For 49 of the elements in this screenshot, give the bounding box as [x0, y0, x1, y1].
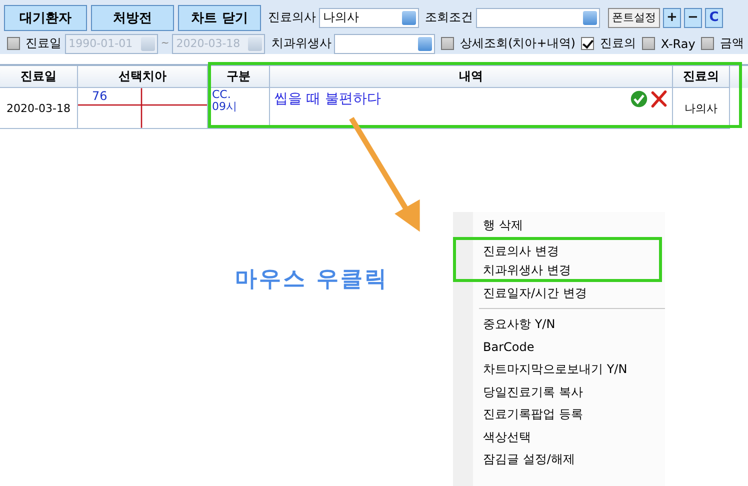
checkbox[interactable] — [701, 37, 714, 50]
menu-item[interactable]: 진료일자/시간 변경 — [453, 282, 665, 304]
menu-item[interactable]: 중요사항 Y/N — [453, 313, 665, 336]
font-size-button[interactable]: − — [684, 8, 702, 28]
hygienist-dropdown[interactable] — [334, 34, 436, 54]
checkbox-label: 금액 — [720, 35, 744, 52]
checkbox[interactable] — [581, 37, 594, 50]
menu-item[interactable]: 치과위생사 변경 — [453, 259, 662, 282]
column-header[interactable]: 구분 — [208, 66, 270, 88]
query-label: 조회조건 — [425, 9, 473, 26]
toolbar-button[interactable]: 처방전 — [91, 4, 174, 30]
menu-item[interactable]: 잠김글 설정/해제 — [453, 448, 665, 470]
doctor-cell: 나의사 — [673, 88, 730, 128]
date-label: 진료일 — [26, 35, 62, 52]
annotation-text: 마우스 우클릭 — [235, 266, 389, 294]
menu-item[interactable]: 진료의사 변경 — [453, 236, 662, 259]
range-separator: ~ — [160, 38, 170, 49]
checkbox-label: 진료의 — [600, 35, 636, 52]
toolbar-button[interactable]: 대기환자 — [4, 4, 87, 30]
font-size-button[interactable]: C — [705, 8, 723, 28]
check-icon[interactable] — [630, 90, 648, 108]
type-text: 09시 — [212, 101, 238, 113]
column-header[interactable]: 선택치아 — [78, 66, 208, 88]
doctor-dropdown[interactable]: 나의사 — [319, 8, 419, 28]
menu-item[interactable]: 진료기록팝업 등록 — [453, 403, 665, 426]
font-size-button[interactable]: + — [663, 8, 681, 28]
date-cell: 2020-03-18 — [0, 88, 78, 128]
column-header[interactable]: 진료일 — [0, 66, 78, 88]
checkbox[interactable] — [7, 37, 20, 50]
detail-text: 씹을 때 불편하다 — [274, 90, 382, 108]
font-settings-button[interactable]: 폰트설정 — [608, 8, 660, 28]
checkbox-label: X-Ray — [660, 36, 696, 50]
menu-item[interactable]: BarCode — [453, 336, 665, 358]
type-text: CC. — [212, 89, 232, 101]
hygienist-label: 치과위생사 — [271, 35, 332, 52]
close-icon[interactable] — [650, 90, 668, 108]
menu-item[interactable]: 차트마지막으로보내기 Y/N — [453, 358, 665, 380]
query-dropdown[interactable] — [476, 8, 600, 28]
menu-item[interactable]: 색상선택 — [453, 426, 665, 448]
tooth-number: 76 — [92, 89, 108, 103]
column-header[interactable]: 진료의 — [673, 66, 730, 88]
checkbox-label: 상세조회(치아+내역) — [460, 35, 576, 52]
column-header[interactable]: 내역 — [270, 66, 673, 88]
checkbox[interactable] — [441, 37, 454, 50]
checkbox[interactable] — [642, 37, 655, 50]
doctor-label: 진료의사 — [268, 9, 316, 26]
menu-item[interactable]: 행 삭제 — [453, 214, 665, 236]
menu-item[interactable]: 당일진료기록 복사 — [453, 380, 665, 403]
toolbar-button[interactable]: 차트 닫기 — [178, 4, 261, 30]
